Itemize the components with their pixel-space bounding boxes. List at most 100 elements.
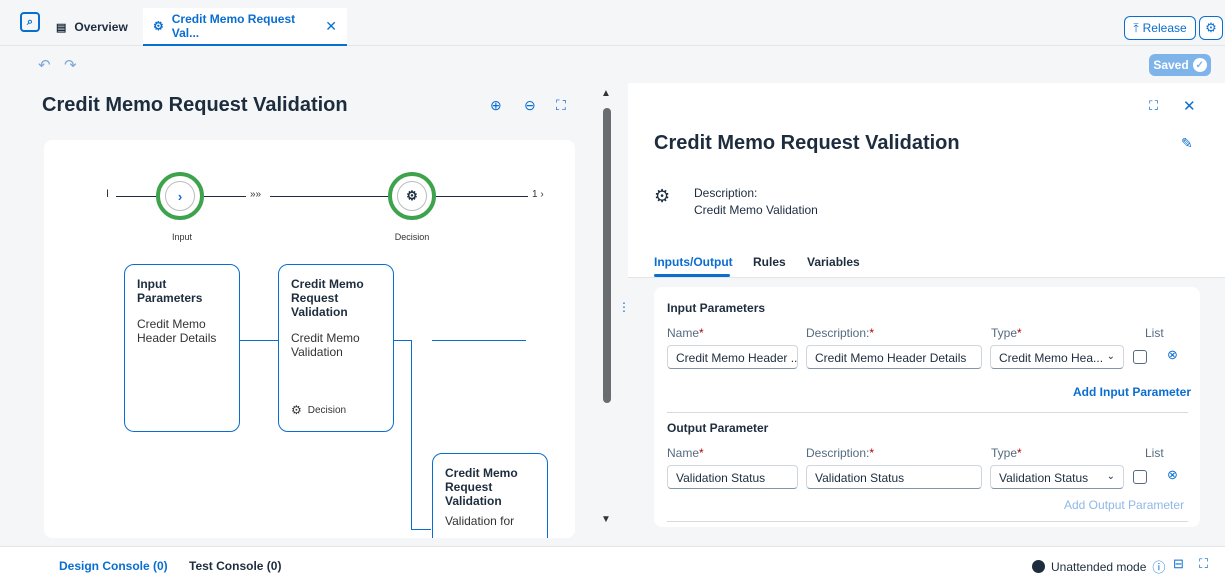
input-node-label: Input [171,232,193,242]
connector [411,529,431,530]
connector [432,340,526,341]
chevron-down-icon: ⌄ [1106,471,1115,482]
parameters-card [654,287,1200,527]
tab-overview-label: Overview [74,20,128,34]
design-console-tab[interactable]: Design Console (0) [59,559,168,573]
tab-overview[interactable]: ▤ Overview [46,8,138,46]
input-list-checkbox[interactable] [1133,350,1147,364]
scroll-up-icon[interactable]: ▲ [601,88,611,99]
card-footer-label: Decision [307,404,347,416]
settings-button[interactable]: ⚙ [1199,16,1223,40]
name-column-label: Name* [667,326,704,340]
tab-close-icon[interactable]: ✕ [325,18,337,35]
chevron-right-icon: › [165,181,195,211]
test-console-tab[interactable]: Test Console (0) [189,559,281,573]
description-label: Description: [694,186,758,200]
decision-node[interactable]: ⚙ [388,172,436,220]
input-name-field[interactable]: Credit Memo Header ... [667,345,798,369]
card-desc: Validation for [445,514,515,528]
flow-chevrons: »» [250,189,262,200]
redo-icon[interactable]: ↷ [64,56,77,74]
close-icon[interactable]: ✕ [1183,97,1196,115]
upload-icon: ⤒ [1133,20,1139,35]
dock-panel-icon[interactable]: ⊟ [1173,556,1184,572]
remove-output-icon[interactable]: ⊗ [1167,467,1178,483]
tab-variables[interactable]: Variables [807,255,860,269]
overview-icon: ▤ [56,21,67,34]
card-title: Credit Memo Request Validation [445,466,518,508]
toolbar [0,47,1225,81]
add-input-parameter-link[interactable]: Add Input Parameter [1073,385,1191,399]
check-circle-icon: ✓ [1192,58,1207,72]
input-node[interactable]: › [156,172,204,220]
zoom-in-icon[interactable]: ⊕ [490,97,502,114]
scrollbar-thumb[interactable] [603,108,611,403]
expand-icon[interactable]: ⛶ [1149,98,1158,114]
section-divider [667,521,1188,522]
decision-node-label: Decision [394,232,430,242]
active-tab-indicator [654,274,730,277]
output-type-select[interactable]: Validation Status ⌄ [990,465,1124,489]
scroll-down-icon[interactable]: ▼ [601,514,611,525]
release-label: Release [1142,21,1187,35]
tab-inputs-output[interactable]: Inputs/Output [654,255,733,269]
connector [411,340,412,530]
saved-status: Saved ✓ [1149,54,1211,76]
undo-icon[interactable]: ↶ [38,56,51,74]
card-desc: Credit Memo Validation [291,331,360,359]
output-name-field[interactable]: Validation Status [667,465,798,489]
decision-icon: ⚙ [291,403,302,417]
remove-input-icon[interactable]: ⊗ [1167,347,1178,363]
section-divider [667,412,1188,413]
tab-rules[interactable]: Rules [753,255,786,269]
connector [240,340,278,341]
decision-card[interactable]: Credit Memo Request Validation Credit Me… [278,264,394,432]
details-title: Credit Memo Request Validation [654,132,960,154]
end-marker: 1 › [532,189,544,200]
output-description-field[interactable]: Validation Status [806,465,982,489]
expand-console-icon[interactable]: ⛶ [1199,556,1208,572]
unattended-mode-label: Unattended mode [1051,559,1147,574]
input-parameters-card[interactable]: Input Parameters Credit Memo Header Deta… [124,264,240,432]
decision-card-2[interactable]: Credit Memo Request Validation Validatio… [432,453,548,538]
input-description-field[interactable]: Credit Memo Header Details [806,345,982,369]
info-icon[interactable]: ⓘ [1152,557,1165,576]
flow-canvas[interactable]: I › Input »» ⚙ Decision 1 › Input Parame… [44,140,575,538]
flow-line [270,196,388,197]
app-home-icon[interactable]: ⌕ [20,12,40,32]
card-desc: Credit Memo Header Details [137,317,217,345]
tab-credit-memo[interactable]: ⚙ Credit Memo Request Val... ✕ [143,8,347,46]
card-title: Input Parameters [137,277,203,305]
add-output-parameter-link[interactable]: Add Output Parameter [1064,498,1184,512]
list-column-label: List [1145,446,1164,460]
edit-icon[interactable]: ✎ [1181,135,1193,152]
list-column-label: List [1145,326,1164,340]
type-column-label: Type* [991,446,1022,460]
name-column-label: Name* [667,446,704,460]
gear-icon: ⚙ [1205,20,1217,35]
input-type-select[interactable]: Credit Memo Hea... ⌄ [990,345,1124,369]
input-parameters-title: Input Parameters [667,301,766,315]
input-type-value: Credit Memo Hea... [999,351,1104,365]
card-footer: ⚙ Decision [291,403,346,417]
fit-screen-icon[interactable]: ⛶ [556,97,566,114]
unattended-mode: Unattended mode ⓘ [1032,557,1165,576]
tab-credit-memo-label: Credit Memo Request Val... [171,12,296,40]
release-button[interactable]: ⤒ Release [1124,16,1196,40]
type-column-label: Type* [991,326,1022,340]
connector [394,340,412,341]
output-type-value: Validation Status [999,471,1089,485]
description-value: Credit Memo Validation [694,203,818,217]
saved-label: Saved [1153,58,1189,72]
decision-icon: ⚙ [153,19,164,33]
chevron-down-icon: ⌄ [1106,351,1115,362]
zoom-out-icon[interactable]: ⊖ [524,97,536,114]
decision-icon: ⚙ [397,181,427,211]
flow-line [116,196,156,197]
flow-line [204,196,246,197]
page-title: Credit Memo Request Validation [42,94,348,116]
output-list-checkbox[interactable] [1133,470,1147,484]
description-column-label: Description:* [806,446,875,460]
output-parameter-title: Output Parameter [667,421,769,435]
flow-line [436,196,528,197]
